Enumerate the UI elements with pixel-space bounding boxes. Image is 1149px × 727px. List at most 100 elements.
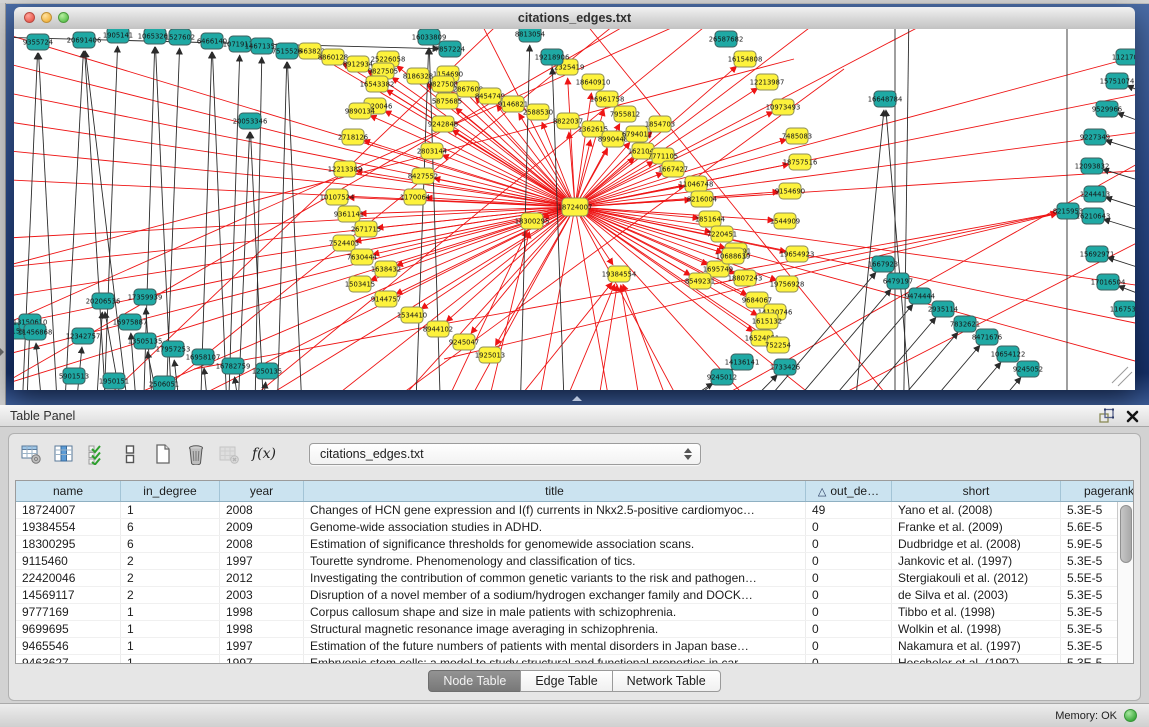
table-cell[interactable]: 0 [806, 621, 892, 638]
column-header-out_de[interactable]: △out_de… [806, 481, 892, 502]
network-window[interactable]: citations_edges.txt 18724007746382288601… [14, 7, 1135, 390]
graph-node[interactable]: 9474444 [905, 288, 935, 304]
graph-node[interactable]: 8944102 [423, 321, 453, 337]
table-cell[interactable]: Genome-wide association studies in ADHD. [304, 519, 806, 536]
column-header-short[interactable]: short [892, 481, 1061, 502]
table-row[interactable]: 1872400712008Changes of HCN gene express… [16, 502, 1134, 519]
table-cell[interactable]: Stergiakouli et al. (2012) [892, 570, 1061, 587]
table-cell[interactable]: Wolkin et al. (1998) [892, 621, 1061, 638]
graph-node[interactable]: 18757516 [783, 154, 818, 170]
table-row[interactable]: 911546021997Tourette syndrome. Phenomeno… [16, 553, 1134, 570]
delete-table-icon[interactable] [184, 442, 208, 466]
table-row[interactable]: 1830029562008Estimation of significance … [16, 536, 1134, 553]
panel-splitter-handle[interactable] [572, 396, 582, 401]
float-panel-icon[interactable] [1098, 408, 1114, 424]
table-cell[interactable]: 0 [806, 570, 892, 587]
table-panel-titlebar[interactable]: Table Panel [0, 405, 1149, 427]
column-header-year[interactable]: year [220, 481, 304, 502]
column-header-pagerank[interactable]: pagerank [1061, 481, 1135, 502]
table-cell[interactable]: Nakamura et al. (1997) [892, 638, 1061, 655]
graph-node[interactable]: 7955812 [610, 106, 640, 122]
graph-node[interactable]: 9144757 [371, 291, 401, 307]
graph-node[interactable]: 8549231 [685, 273, 715, 289]
network-view[interactable]: 1872400774638228860128891293425226058982… [14, 29, 1135, 390]
table-row[interactable]: 946362711997Embryonic stem cells: a mode… [16, 655, 1134, 665]
graph-node[interactable]: 9245047 [449, 334, 479, 350]
graph-node[interactable]: 1503415 [345, 276, 375, 292]
graph-node[interactable]: 5901513 [59, 368, 89, 384]
graph-node[interactable]: 2803144 [417, 143, 447, 159]
graph-node[interactable]: 1854703 [645, 116, 675, 132]
graph-node[interactable]: 17359939 [128, 289, 163, 305]
table-cell[interactable]: Corpus callosum shape and size in male p… [304, 604, 806, 621]
graph-node[interactable]: 5875685 [432, 93, 462, 109]
graph-node[interactable]: 2506051 [149, 376, 179, 390]
graph-node[interactable]: 2671715 [351, 221, 381, 237]
column-header-title[interactable]: title [304, 481, 806, 502]
divider-collapse-arrow-icon[interactable] [0, 348, 4, 356]
scrollbar-thumb[interactable] [1120, 505, 1132, 563]
graph-node[interactable]: 752254 [765, 337, 791, 353]
table-cell[interactable]: Yano et al. (2008) [892, 502, 1061, 519]
table-cell[interactable]: 0 [806, 604, 892, 621]
close-panel-icon[interactable] [1126, 410, 1139, 423]
table-cell[interactable]: 2003 [220, 587, 304, 604]
table-cell[interactable]: 1 [121, 604, 220, 621]
table-cell[interactable]: Embryonic stem cells: a model to study s… [304, 655, 806, 665]
table-cell[interactable]: 1 [121, 502, 220, 519]
network-canvas[interactable]: 1872400774638228860128891293425226058982… [14, 29, 1135, 390]
table-cell[interactable]: 2009 [220, 519, 304, 536]
graph-node[interactable]: 1250135 [252, 363, 282, 379]
graph-node[interactable]: 1527602 [165, 29, 195, 45]
graph-node[interactable]: 1851644 [695, 211, 725, 227]
table-cell[interactable]: 1997 [220, 553, 304, 570]
graph-node[interactable]: 6479197 [883, 273, 913, 289]
table-row[interactable]: 2242004622012Investigating the contribut… [16, 570, 1134, 587]
graph-node[interactable]: 12213987 [750, 74, 785, 90]
graph-node[interactable]: 12093832 [1075, 158, 1110, 174]
graph-node[interactable]: 16648784 [868, 91, 903, 107]
table-cell[interactable]: 1998 [220, 604, 304, 621]
graph-node[interactable]: 9529966 [1092, 101, 1122, 117]
show-columns-icon[interactable] [52, 442, 76, 466]
table-selector-dropdown[interactable]: citations_edges.txt [309, 443, 701, 465]
graph-node[interactable]: 7832621 [950, 316, 980, 332]
graph-node[interactable]: 7485083 [782, 128, 812, 144]
table-cell[interactable]: Estimation of significance thresholds fo… [304, 536, 806, 553]
table-mode-icon[interactable] [19, 442, 43, 466]
network-window-titlebar[interactable]: citations_edges.txt [14, 7, 1135, 30]
table-cell[interactable]: 22420046 [16, 570, 121, 587]
graph-node[interactable]: 1170064 [400, 189, 430, 205]
graph-node[interactable]: 1667923 [868, 256, 898, 272]
table-cell[interactable]: 6 [121, 536, 220, 553]
tab-node-table[interactable]: Node Table [428, 670, 521, 692]
window-resize-grip[interactable] [1112, 367, 1128, 383]
graph-node[interactable]: 1905141 [103, 29, 133, 43]
table-cell[interactable]: Tibbo et al. (1998) [892, 604, 1061, 621]
table-cell[interactable]: 0 [806, 553, 892, 570]
graph-node[interactable]: 26587682 [709, 31, 744, 47]
table-cell[interactable]: 18724007 [16, 502, 121, 519]
table-cell[interactable]: 19384554 [16, 519, 121, 536]
table-cell[interactable]: 0 [806, 587, 892, 604]
table-row[interactable]: 1938455462009Genome-wide association stu… [16, 519, 1134, 536]
graph-node[interactable]: 16154808 [728, 51, 763, 67]
table-cell[interactable]: 2 [121, 553, 220, 570]
column-header-in_degree[interactable]: in_degree [121, 481, 220, 502]
graph-node[interactable]: 2935114 [928, 301, 958, 317]
table-cell[interactable]: Jankovic et al. (1997) [892, 553, 1061, 570]
table-row[interactable]: 1456911722003Disruption of a novel membe… [16, 587, 1134, 604]
graph-node[interactable]: 1638432 [371, 261, 401, 277]
graph-node[interactable]: 19384554 [602, 266, 637, 282]
table-cell[interactable]: 9115460 [16, 553, 121, 570]
graph-node[interactable]: 2588530 [523, 104, 553, 120]
graph-node[interactable]: 1244413 [1080, 186, 1110, 202]
table-cell[interactable]: de Silva et al. (2003) [892, 587, 1061, 604]
table-cell[interactable]: 0 [806, 655, 892, 665]
table-row[interactable]: 977716911998Corpus callosum shape and si… [16, 604, 1134, 621]
table-cell[interactable]: Changes of HCN gene expression and I(f) … [304, 502, 806, 519]
graph-node[interactable]: 18724007 [558, 198, 593, 216]
table-cell[interactable]: 9463627 [16, 655, 121, 665]
tab-edge-table[interactable]: Edge Table [520, 670, 612, 692]
graph-node[interactable]: 9227349 [1080, 129, 1110, 145]
